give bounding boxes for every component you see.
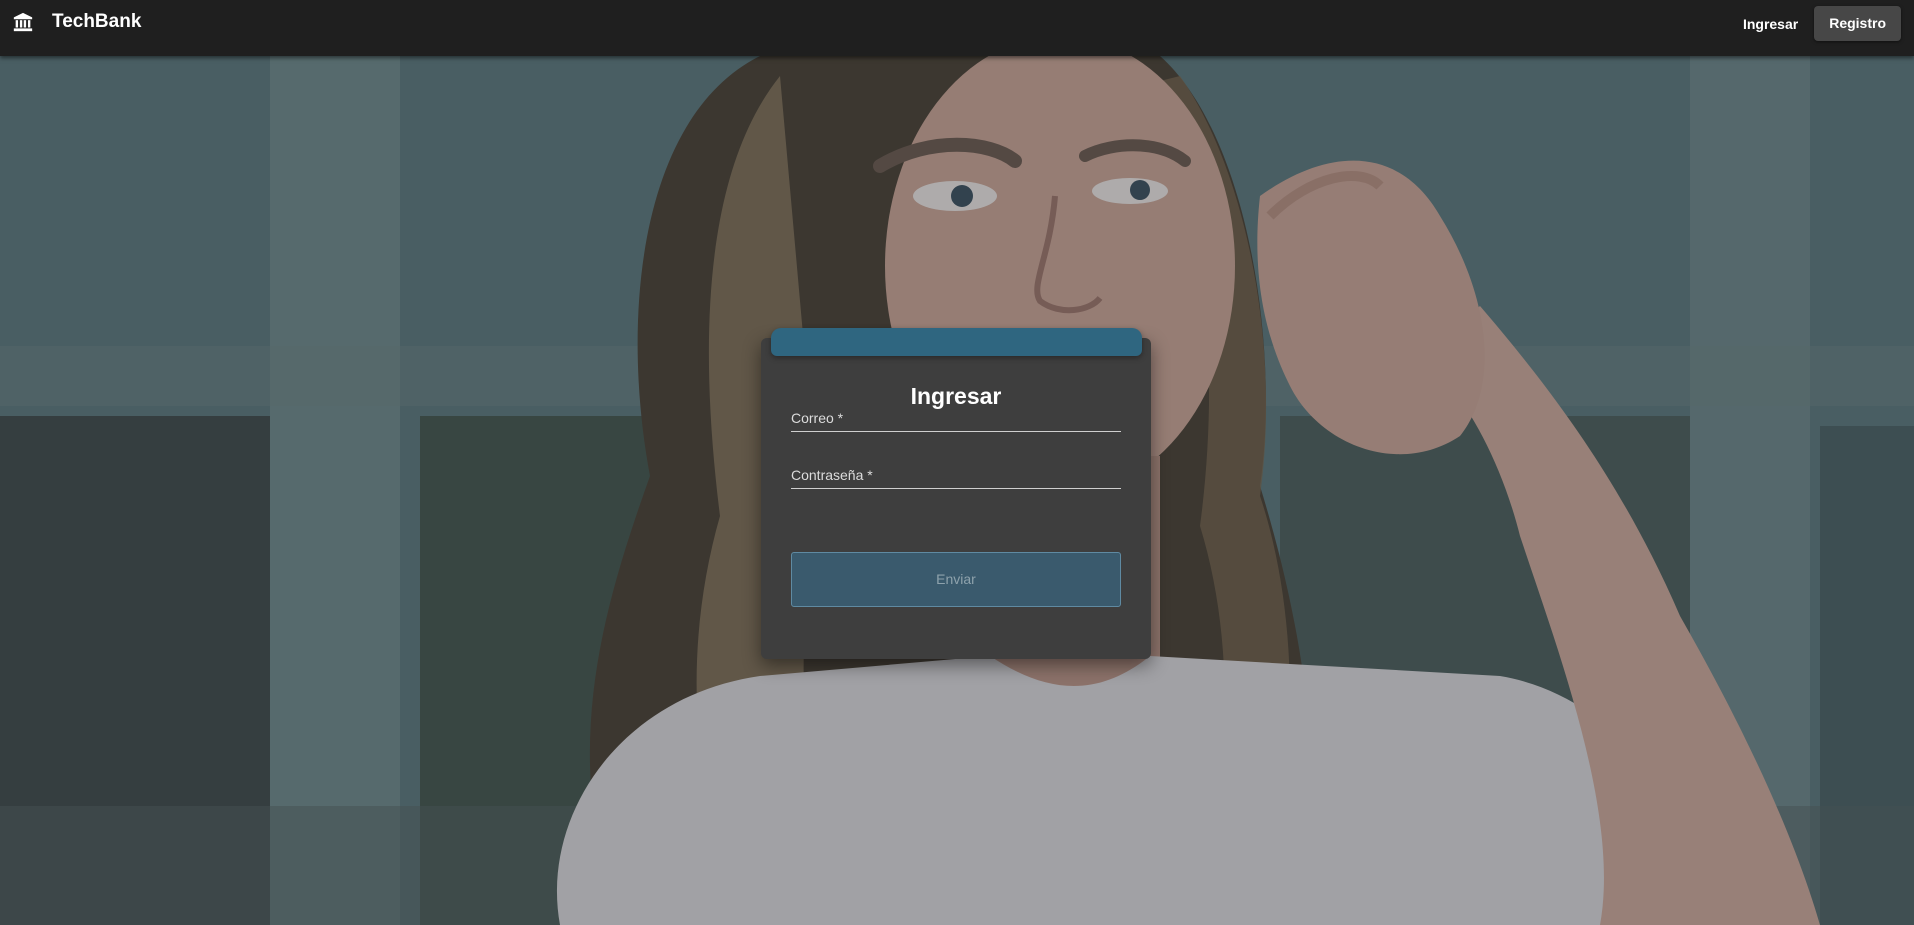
password-label: Contraseña * — [791, 467, 873, 483]
bank-icon — [12, 11, 34, 33]
email-field[interactable]: Correo * — [791, 403, 1121, 432]
submit-button[interactable]: Enviar — [791, 552, 1121, 607]
login-card: Ingresar Correo * Contraseña * Enviar — [761, 338, 1151, 659]
brand[interactable]: TechBank — [12, 10, 141, 34]
login-link[interactable]: Ingresar — [1727, 7, 1814, 41]
password-field[interactable]: Contraseña * — [791, 460, 1121, 489]
card-accent-header — [771, 328, 1142, 356]
register-button[interactable]: Registro — [1814, 6, 1901, 41]
brand-title: TechBank — [52, 11, 142, 32]
app-root: TechBank Ingresar Registro Ingresar Corr… — [0, 0, 1914, 925]
nav-actions: Ingresar Registro — [1727, 6, 1901, 41]
email-label: Correo * — [791, 410, 844, 426]
top-navbar: TechBank Ingresar Registro — [0, 0, 1914, 56]
